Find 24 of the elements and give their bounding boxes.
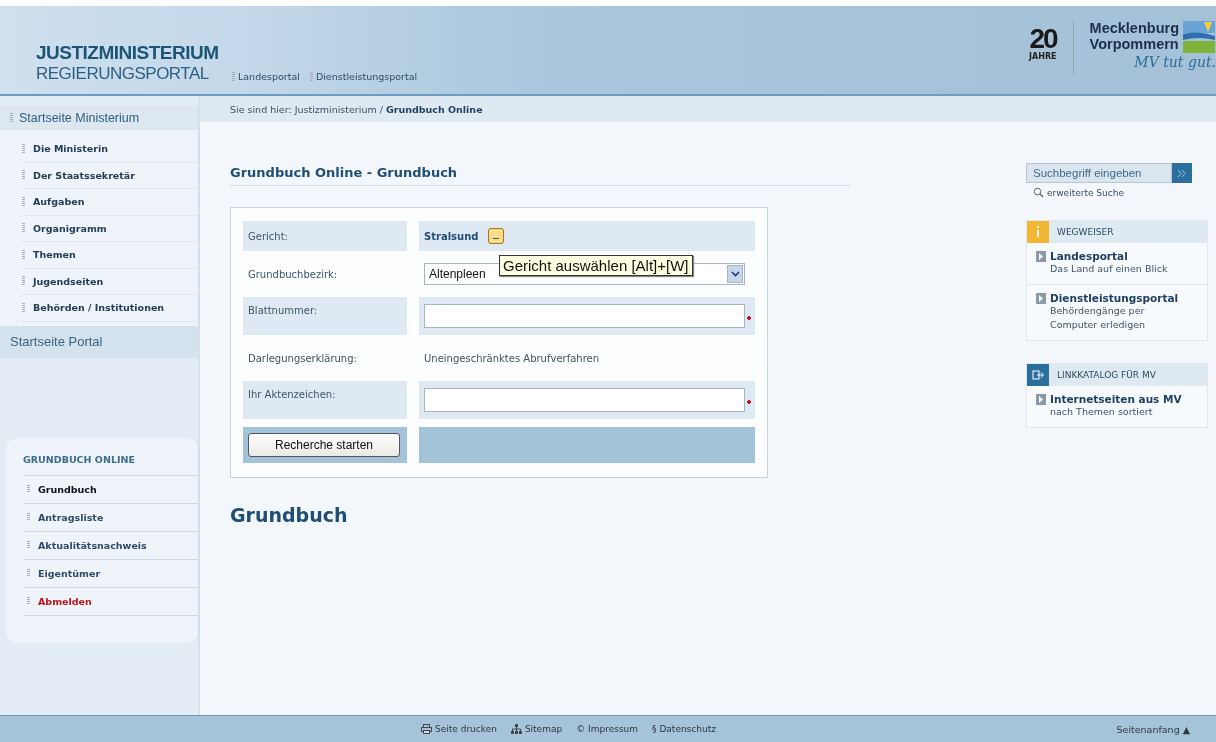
brand-name: Mecklenburg — [1089, 20, 1179, 36]
court-value: Stralsund — [424, 230, 479, 242]
page-title: Grundbuch Online - Grundbuch — [230, 165, 850, 186]
field-label: Blattnummer: — [248, 305, 318, 316]
field-label: Grundbuchbezirk: — [248, 268, 338, 280]
slogan: MV tut gut. — [1133, 54, 1216, 70]
tooltip: Gericht auswählen [Alt]+[W] — [499, 255, 693, 276]
field-label: Darlegungserklärung: — [248, 352, 357, 364]
box-title: LINKKATALOG FÜR MV — [1057, 370, 1156, 380]
field-label: Ihr Aktenzeichen: — [248, 389, 336, 400]
breadcrumb: Sie sind hier: Justizministerium / Grundbuch Online — [230, 103, 483, 115]
box-title: WEGWEISER — [1057, 227, 1114, 237]
field-label: Gericht: — [248, 230, 288, 242]
anniversary-caption: JAHRE — [1029, 52, 1057, 61]
link-description: Das Land auf einen Blick — [1049, 262, 1169, 276]
anniversary-number: 20 — [1029, 26, 1057, 52]
panel-title: GRUNDBUCH ONLINE — [23, 453, 198, 476]
link-description: nach Themen sortiert — [1049, 405, 1154, 419]
site-subtitle: REGIERUNGSPORTAL — [36, 64, 210, 84]
site-title: JUSTIZMINISTERIUM — [36, 42, 220, 64]
brand-name: Vorpommern — [1089, 36, 1179, 52]
link-description: Behördengänge per Computer erledigen — [1049, 304, 1147, 332]
section-heading: Grundbuch — [230, 504, 349, 526]
field-value: Uneingeschränktes Abrufverfahren — [424, 352, 599, 364]
